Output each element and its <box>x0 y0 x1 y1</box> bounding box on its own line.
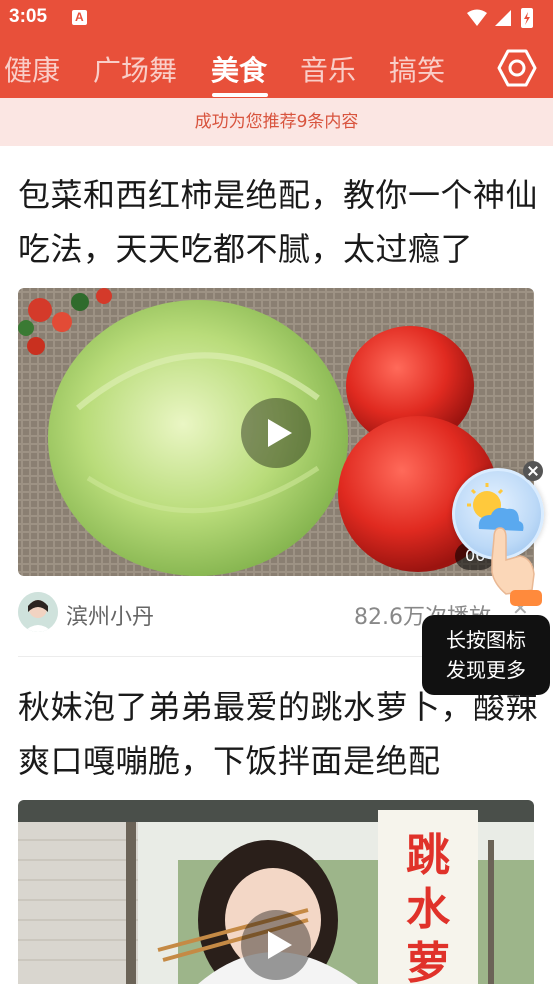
tab-music[interactable]: 音乐 <box>300 49 356 89</box>
overlay-text-1: 跳 <box>406 830 450 881</box>
signal-icon <box>495 10 511 26</box>
article-title[interactable]: 秋妹泡了弟弟最爱的跳水萝卜，酸辣爽口嘎嘣脆，下饭拌面是绝配 <box>18 680 538 788</box>
tooltip-line-2: 发现更多 <box>446 658 526 682</box>
wifi-icon <box>467 9 487 26</box>
status-bar: 3:05 <box>0 0 553 36</box>
settings-hexagon-icon[interactable] <box>497 48 537 88</box>
tab-health[interactable]: 健康 <box>4 49 60 89</box>
play-icon[interactable] <box>241 910 311 980</box>
tab-funny[interactable]: 搞笑 <box>389 49 445 89</box>
tab-food[interactable]: 美食 <box>211 49 267 89</box>
overlay-text-2: 水 <box>406 884 451 935</box>
notification-app-icon <box>72 10 87 25</box>
close-icon[interactable] <box>523 461 543 481</box>
tooltip-line-1: 长按图标 <box>446 628 526 652</box>
tab-square-dance[interactable]: 广场舞 <box>93 49 177 89</box>
category-tab-bar: 健康 广场舞 美食 音乐 搞笑 <box>0 36 553 98</box>
play-icon[interactable] <box>241 398 311 468</box>
overlay-text-3: 萝 <box>406 938 450 984</box>
status-time: 3:05 <box>9 6 48 27</box>
article-title[interactable]: 包菜和西红柿是绝配，教你一个神仙吃法，天天吃都不腻，太过瘾了 <box>18 168 538 276</box>
recommendation-banner: 成功为您推荐9条内容 <box>0 98 553 146</box>
pointing-hand-icon <box>491 527 542 606</box>
status-icons <box>467 8 533 28</box>
long-press-tooltip: 长按图标 发现更多 <box>422 615 550 695</box>
video-thumbnail[interactable]: 跳 水 萝 <box>18 800 534 984</box>
author-name[interactable]: 滨州小丹 <box>66 599 154 631</box>
active-tab-indicator <box>212 93 268 97</box>
avatar[interactable] <box>18 592 58 632</box>
